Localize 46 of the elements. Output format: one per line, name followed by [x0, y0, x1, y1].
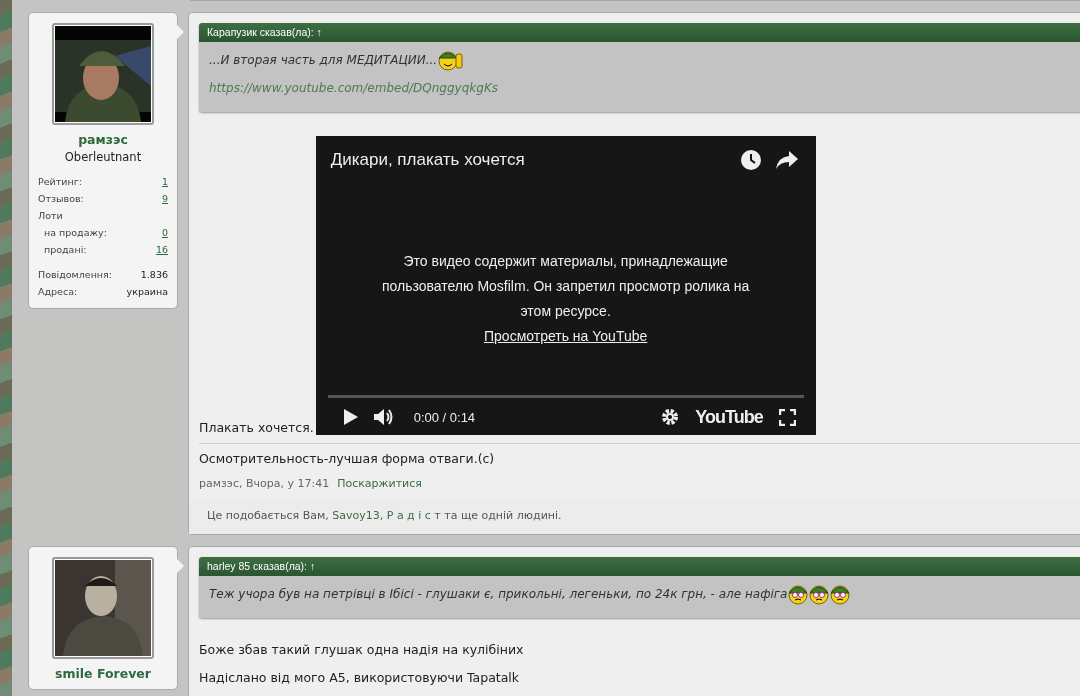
stat-label: Лоти	[38, 210, 63, 221]
play-icon[interactable]	[343, 409, 358, 425]
smiley-thumbs-up-icon	[438, 49, 465, 71]
user-link[interactable]: Р а д і с т	[386, 509, 441, 522]
stat-label: Рейтинг:	[38, 176, 82, 187]
youtube-link[interactable]: Просмотреть на YouTube	[484, 323, 648, 348]
stat-label: Отзывов:	[38, 193, 84, 204]
smiley-helmet-icon	[788, 583, 809, 605]
smiley-helmet-icon	[809, 583, 830, 605]
quote-header[interactable]: harley 85 сказав(ла): ↑	[199, 557, 1080, 576]
post-byline: рамзэс, Вчора, у 17:41	[199, 477, 330, 490]
user-link[interactable]: Savoy13	[332, 509, 380, 522]
stat-value: 1.836	[140, 269, 168, 280]
youtube-logo[interactable]: YouTube	[695, 406, 763, 428]
stat-label: на продажу:	[44, 227, 107, 238]
share-icon[interactable]	[775, 151, 798, 169]
quote-text: ...И вторая часть для МЕДИТАЦИИ...	[209, 53, 438, 67]
stat-link[interactable]: 16	[155, 244, 168, 255]
likes-text: Це подобається Вам, Savoy13, Р а д і с т та ще одній людині.	[207, 509, 563, 522]
user-rank: Oberleutnant	[64, 150, 142, 164]
report-link[interactable]: Поскаржитися	[337, 477, 422, 490]
username[interactable]: smile Forever	[55, 666, 151, 681]
video-unavailable-message: Это видео содержит материалы, принадлежащие пользователю Mosfilm. Он запретил просмотр ролика на этом ресурсе.	[380, 251, 751, 321]
message-text: Надіслано від мого A5, використовуючи Tapatalk	[199, 670, 520, 685]
volume-icon[interactable]	[373, 408, 394, 426]
smiley-helmet-icon	[830, 583, 851, 605]
signature: Осмотрительность-лучшая форма отваги.(c)	[199, 451, 495, 466]
quote-text: Теж учора був на петрівці в Ібісі - глушаки є, прикольні, легеньки, по 24к грн, - але нафіга	[209, 587, 788, 601]
clock-icon[interactable]	[739, 149, 762, 171]
quote-header[interactable]: Карапузик сказав(ла): ↑	[199, 23, 1080, 42]
stat-value: украина	[126, 286, 168, 297]
video-time: 0:00 / 0:14	[413, 409, 476, 425]
video-player[interactable]: Дикари, плакать хочется Это видео содержит материалы, принадлежащие пользователю Mosfilm. Он запретил просмотр ролика на этом ресурсе. Просмотреть на YouTube 0:00 / 0:14 YouTube	[315, 136, 816, 435]
video-title[interactable]: Дикари, плакать хочется	[330, 150, 726, 170]
stat-label: Адреса:	[38, 286, 78, 297]
progress-track[interactable]	[327, 395, 804, 398]
username[interactable]: рамзэс	[78, 132, 128, 147]
stat-label: продані:	[44, 244, 87, 255]
settings-icon[interactable]	[661, 408, 680, 426]
stat-link[interactable]: 0	[161, 227, 168, 238]
stat-label: Повідомлення:	[38, 269, 112, 280]
message-text: Боже збав такий глушак одна надія на кулібіних	[199, 642, 524, 657]
stat-link[interactable]: 9	[161, 193, 168, 204]
stat-link[interactable]: 1	[161, 176, 168, 187]
message-text: Плакать хочется.	[199, 420, 314, 435]
fullscreen-icon[interactable]	[778, 408, 796, 426]
